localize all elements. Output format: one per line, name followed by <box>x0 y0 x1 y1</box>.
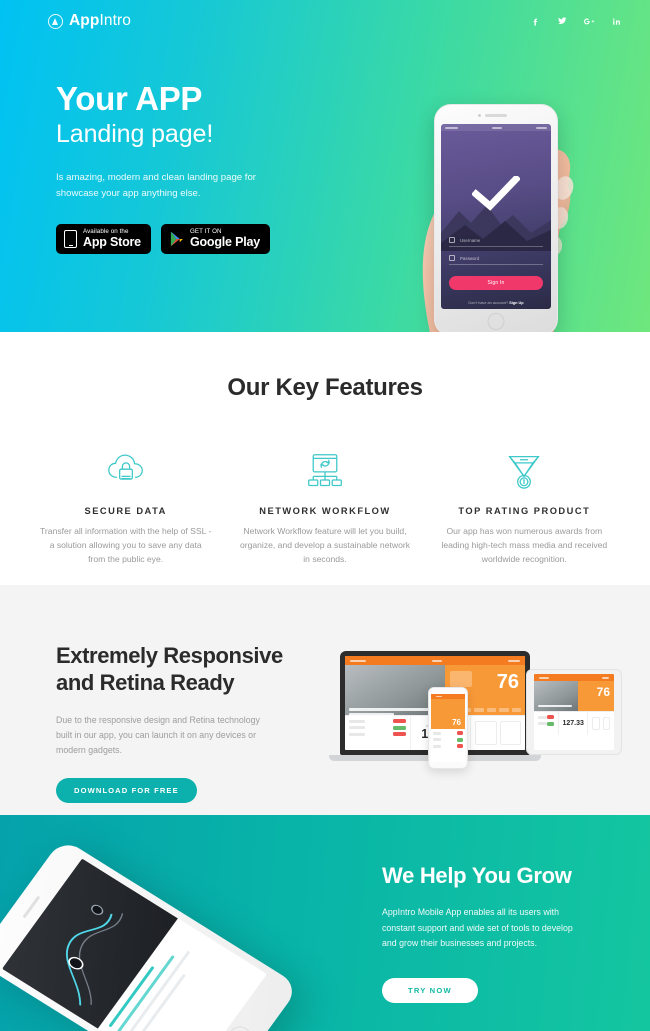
user-icon <box>449 237 455 243</box>
brand-name-light: Intro <box>99 12 131 29</box>
responsive-title: Extremely Responsive and Retina Ready <box>56 643 316 697</box>
responsive-title-line1: Extremely Responsive <box>56 643 283 668</box>
features-section: Our Key Features SECURE DATA Transfer al… <box>0 332 650 585</box>
facebook-icon[interactable] <box>529 15 541 27</box>
password-field[interactable]: Password <box>449 252 543 265</box>
tablet-mockup: 76 127.33 <box>526 669 622 755</box>
brand-name-bold: App <box>69 12 100 29</box>
hero-description: Is amazing, modern and clean landing pag… <box>56 171 256 199</box>
grow-section: We Help You Grow AppIntro Mobile App ena… <box>0 815 650 1031</box>
apple-store-icon <box>64 229 77 248</box>
google-play-big: Google Play <box>189 234 260 249</box>
phone-mockup-small: 76 <box>428 687 468 769</box>
phone-speaker <box>485 114 507 117</box>
hero-subtitle: Landing page! <box>56 119 214 148</box>
feature-network-workflow: NETWORK WORKFLOW Network Workflow featur… <box>225 448 424 567</box>
medal-award-icon <box>439 448 610 494</box>
hero-phone-mockup: Username Password Sign In Don't have an … <box>434 104 558 332</box>
devices-mockup: 76 AVERAGE DAILY <box>329 645 622 775</box>
feature-heading: NETWORK WORKFLOW <box>259 506 391 516</box>
tablet-big-number: 76 <box>596 685 610 699</box>
signup-link[interactable]: Sign Up <box>509 301 523 305</box>
dashboard-big-number: 76 <box>496 671 519 693</box>
download-for-free-button[interactable]: DOWNLOAD FOR FREE <box>56 778 197 804</box>
brand-name: AppIntro <box>69 12 131 30</box>
grow-title: We Help You Grow <box>382 863 572 888</box>
app-store-big: App Store <box>83 234 141 249</box>
top-navigation: AppIntro <box>0 0 650 34</box>
battery-icon <box>536 126 547 129</box>
signal-icon <box>445 126 458 129</box>
grow-phone-screen <box>1 858 267 1031</box>
store-badges: Available on the App Store GET IT ON Goo… <box>56 223 356 254</box>
cloud-lock-icon <box>40 448 211 494</box>
feature-text: Transfer all information with the help o… <box>40 526 212 564</box>
dashboard-logo <box>350 659 366 662</box>
tablet-value: 127.33 <box>562 719 584 727</box>
try-now-button[interactable]: TRY NOW <box>382 977 478 1003</box>
phone-big-number: 76 <box>452 718 461 727</box>
features-row: SECURE DATA Transfer all information wit… <box>0 448 650 567</box>
feature-text: Network Workflow feature will let you bu… <box>239 526 411 564</box>
dashboard-topbar <box>345 656 525 665</box>
username-field[interactable]: Username <box>449 234 543 247</box>
app-store-small: Available on the <box>83 227 129 235</box>
network-sync-icon <box>239 448 410 494</box>
username-placeholder: Username <box>460 237 481 243</box>
grow-copy: We Help You Grow AppIntro Mobile App ena… <box>382 863 588 1003</box>
dashboard-menu-icon <box>508 659 520 662</box>
checkmark-icon <box>472 176 520 211</box>
twitter-icon[interactable] <box>556 15 568 27</box>
linkedin-icon[interactable] <box>610 15 622 27</box>
hero-copy: Your APP Landing page! Is amazing, moder… <box>56 80 356 254</box>
social-links <box>529 15 628 27</box>
feature-secure-data: SECURE DATA Transfer all information wit… <box>26 448 225 567</box>
feature-top-rating: TOP RATING PRODUCT Our app has won numer… <box>425 448 624 567</box>
status-bar <box>441 124 551 131</box>
hero-section: AppIntro Username Password Sign In Don't… <box>0 0 650 332</box>
phone-speaker <box>22 895 41 919</box>
google-plus-icon[interactable] <box>583 15 595 27</box>
status-time <box>492 126 502 129</box>
google-play-icon <box>170 231 183 246</box>
phone-camera <box>478 113 482 117</box>
signup-prompt: Don't have an account? Sign Up <box>441 301 551 305</box>
responsive-section: Extremely Responsive and Retina Ready Du… <box>0 585 650 815</box>
rocket-circle-icon <box>48 13 63 29</box>
dashboard-card-icon <box>450 671 472 687</box>
signin-button[interactable]: Sign In <box>449 276 543 290</box>
google-play-badge[interactable]: GET IT ON Google Play <box>160 223 270 254</box>
dashboard-headline <box>349 708 439 711</box>
signup-text: Don't have an account? <box>468 301 509 305</box>
phone-screen: Username Password Sign In Don't have an … <box>441 124 551 309</box>
dashboard-nav <box>432 659 442 662</box>
app-store-badge[interactable]: Available on the App Store <box>56 223 151 254</box>
google-play-small: GET IT ON <box>189 227 222 235</box>
grow-phone-mockup <box>0 837 300 1031</box>
features-title: Our Key Features <box>227 374 423 401</box>
brand-logo[interactable]: AppIntro <box>48 12 131 30</box>
feature-heading: SECURE DATA <box>84 506 167 516</box>
lock-icon <box>449 255 455 261</box>
home-button <box>487 313 505 330</box>
password-placeholder: Password <box>460 255 480 261</box>
grow-description: AppIntro Mobile App enables all its user… <box>382 907 573 949</box>
feature-heading: TOP RATING PRODUCT <box>458 506 591 516</box>
feature-text: Our app has won numerous awards from lea… <box>441 526 608 564</box>
responsive-title-line2: and Retina Ready <box>56 669 235 695</box>
hero-title: Your APP <box>56 80 203 117</box>
responsive-description: Due to the responsive design and Retina … <box>56 714 260 755</box>
